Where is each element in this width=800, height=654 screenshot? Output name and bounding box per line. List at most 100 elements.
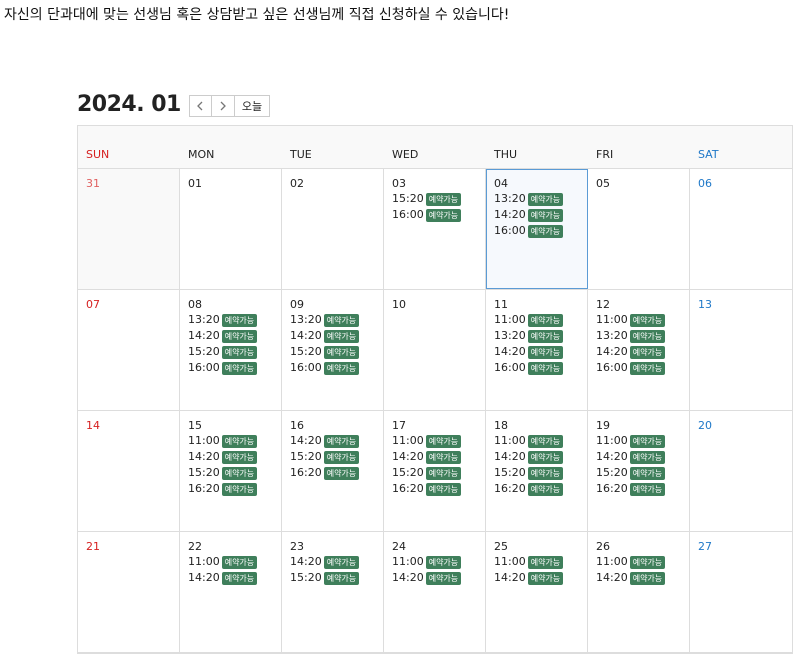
- time-slot[interactable]: 15:20 예약가능: [392, 191, 485, 207]
- day-cell[interactable]: 14: [78, 411, 180, 531]
- day-cell[interactable]: 16 14:20 예약가능 15:20 예약가능 16:20 예약가능: [282, 411, 384, 531]
- reservation-available-badge[interactable]: 예약가능: [629, 329, 666, 343]
- day-cell[interactable]: 24 11:00 예약가능 14:20 예약가능: [384, 532, 486, 652]
- reservation-available-badge[interactable]: 예약가능: [323, 329, 360, 343]
- day-cell[interactable]: 12 11:00 예약가능 13:20 예약가능 14:20 예약가능 16:00 예약가능: [588, 290, 690, 410]
- reservation-available-badge[interactable]: 예약가능: [527, 329, 564, 343]
- time-slot[interactable]: 16:20 예약가능: [290, 465, 383, 481]
- reservation-available-badge[interactable]: 예약가능: [323, 450, 360, 464]
- reservation-available-badge[interactable]: 예약가능: [629, 345, 666, 359]
- time-slot[interactable]: 16:20 예약가능: [188, 481, 281, 497]
- time-slot[interactable]: 16:20 예약가능: [494, 481, 587, 497]
- time-slot[interactable]: 13:20 예약가능: [290, 312, 383, 328]
- reservation-available-badge[interactable]: 예약가능: [323, 466, 360, 480]
- time-slot[interactable]: 16:00 예약가능: [188, 360, 281, 376]
- time-slot[interactable]: 11:00 예약가능: [596, 312, 689, 328]
- time-slot[interactable]: 11:00 예약가능: [188, 554, 281, 570]
- reservation-available-badge[interactable]: 예약가능: [527, 208, 564, 222]
- time-slot[interactable]: 11:00 예약가능: [494, 554, 587, 570]
- time-slot[interactable]: 14:20 예약가능: [494, 449, 587, 465]
- day-cell[interactable]: 20: [690, 411, 792, 531]
- time-slot[interactable]: 16:20 예약가능: [596, 481, 689, 497]
- time-slot[interactable]: 11:00 예약가능: [494, 433, 587, 449]
- reservation-available-badge[interactable]: 예약가능: [527, 224, 564, 238]
- today-button[interactable]: 오늘: [234, 95, 271, 117]
- reservation-available-badge[interactable]: 예약가능: [425, 434, 462, 448]
- reservation-available-badge[interactable]: 예약가능: [221, 482, 258, 496]
- day-cell[interactable]: 19 11:00 예약가능 14:20 예약가능 15:20 예약가능 16:20 예약가능: [588, 411, 690, 531]
- day-cell[interactable]: 03 15:20 예약가능 16:00 예약가능: [384, 169, 486, 289]
- reservation-available-badge[interactable]: 예약가능: [527, 313, 564, 327]
- reservation-available-badge[interactable]: 예약가능: [425, 208, 462, 222]
- reservation-available-badge[interactable]: 예약가능: [425, 466, 462, 480]
- reservation-available-badge[interactable]: 예약가능: [425, 555, 462, 569]
- reservation-available-badge[interactable]: 예약가능: [221, 450, 258, 464]
- reservation-available-badge[interactable]: 예약가능: [221, 434, 258, 448]
- day-cell[interactable]: 11 11:00 예약가능 13:20 예약가능 14:20 예약가능 16:00 예약가능: [486, 290, 588, 410]
- reservation-available-badge[interactable]: 예약가능: [221, 329, 258, 343]
- time-slot[interactable]: 15:20 예약가능: [290, 449, 383, 465]
- time-slot[interactable]: 14:20 예약가능: [188, 449, 281, 465]
- reservation-available-badge[interactable]: 예약가능: [323, 434, 360, 448]
- day-cell[interactable]: 02: [282, 169, 384, 289]
- day-cell[interactable]: 08 13:20 예약가능 14:20 예약가능 15:20 예약가능 16:00 예약가능: [180, 290, 282, 410]
- time-slot[interactable]: 15:20 예약가능: [494, 465, 587, 481]
- time-slot[interactable]: 14:20 예약가능: [392, 449, 485, 465]
- time-slot[interactable]: 11:00 예약가능: [494, 312, 587, 328]
- day-cell[interactable]: 17 11:00 예약가능 14:20 예약가능 15:20 예약가능 16:20 예약가능: [384, 411, 486, 531]
- reservation-available-badge[interactable]: 예약가능: [527, 192, 564, 206]
- reservation-available-badge[interactable]: 예약가능: [425, 571, 462, 585]
- reservation-available-badge[interactable]: 예약가능: [629, 555, 666, 569]
- day-cell[interactable]: 10: [384, 290, 486, 410]
- day-cell[interactable]: 18 11:00 예약가능 14:20 예약가능 15:20 예약가능 16:20 예약가능: [486, 411, 588, 531]
- day-cell[interactable]: 07: [78, 290, 180, 410]
- reservation-available-badge[interactable]: 예약가능: [629, 361, 666, 375]
- time-slot[interactable]: 14:20 예약가능: [494, 570, 587, 586]
- reservation-available-badge[interactable]: 예약가능: [221, 466, 258, 480]
- reservation-available-badge[interactable]: 예약가능: [629, 482, 666, 496]
- time-slot[interactable]: 14:20 예약가능: [290, 554, 383, 570]
- time-slot[interactable]: 14:20 예약가능: [596, 570, 689, 586]
- reservation-available-badge[interactable]: 예약가능: [629, 434, 666, 448]
- reservation-available-badge[interactable]: 예약가능: [221, 345, 258, 359]
- time-slot[interactable]: 16:00 예약가능: [494, 360, 587, 376]
- time-slot[interactable]: 15:20 예약가능: [392, 465, 485, 481]
- day-cell[interactable]: 23 14:20 예약가능 15:20 예약가능: [282, 532, 384, 652]
- day-cell[interactable]: 31: [78, 169, 180, 289]
- time-slot[interactable]: 11:00 예약가능: [188, 433, 281, 449]
- reservation-available-badge[interactable]: 예약가능: [323, 555, 360, 569]
- reservation-available-badge[interactable]: 예약가능: [221, 313, 258, 327]
- reservation-available-badge[interactable]: 예약가능: [527, 450, 564, 464]
- reservation-available-badge[interactable]: 예약가능: [323, 345, 360, 359]
- time-slot[interactable]: 14:20 예약가능: [290, 433, 383, 449]
- day-cell[interactable]: 22 11:00 예약가능 14:20 예약가능: [180, 532, 282, 652]
- next-month-button[interactable]: [211, 95, 235, 117]
- time-slot[interactable]: 16:20 예약가능: [392, 481, 485, 497]
- time-slot[interactable]: 14:20 예약가능: [596, 344, 689, 360]
- day-cell[interactable]: 09 13:20 예약가능 14:20 예약가능 15:20 예약가능 16:00 예약가능: [282, 290, 384, 410]
- day-cell[interactable]: 06: [690, 169, 792, 289]
- reservation-available-badge[interactable]: 예약가능: [323, 361, 360, 375]
- day-cell[interactable]: 15 11:00 예약가능 14:20 예약가능 15:20 예약가능 16:20 예약가능: [180, 411, 282, 531]
- reservation-available-badge[interactable]: 예약가능: [629, 571, 666, 585]
- time-slot[interactable]: 11:00 예약가능: [392, 554, 485, 570]
- day-cell[interactable]: 05: [588, 169, 690, 289]
- time-slot[interactable]: 14:20 예약가능: [494, 344, 587, 360]
- time-slot[interactable]: 15:20 예약가능: [290, 570, 383, 586]
- time-slot[interactable]: 14:20 예약가능: [290, 328, 383, 344]
- reservation-available-badge[interactable]: 예약가능: [527, 555, 564, 569]
- time-slot[interactable]: 13:20 예약가능: [494, 191, 587, 207]
- day-cell[interactable]: 26 11:00 예약가능 14:20 예약가능: [588, 532, 690, 652]
- time-slot[interactable]: 13:20 예약가능: [188, 312, 281, 328]
- reservation-available-badge[interactable]: 예약가능: [221, 571, 258, 585]
- time-slot[interactable]: 15:20 예약가능: [188, 344, 281, 360]
- time-slot[interactable]: 11:00 예약가능: [596, 554, 689, 570]
- time-slot[interactable]: 14:20 예약가능: [494, 207, 587, 223]
- time-slot[interactable]: 16:00 예약가능: [596, 360, 689, 376]
- reservation-available-badge[interactable]: 예약가능: [527, 482, 564, 496]
- time-slot[interactable]: 16:00 예약가능: [494, 223, 587, 239]
- day-cell[interactable]: 25 11:00 예약가능 14:20 예약가능: [486, 532, 588, 652]
- day-cell[interactable]: 27: [690, 532, 792, 652]
- time-slot[interactable]: 14:20 예약가능: [596, 449, 689, 465]
- time-slot[interactable]: 14:20 예약가능: [188, 570, 281, 586]
